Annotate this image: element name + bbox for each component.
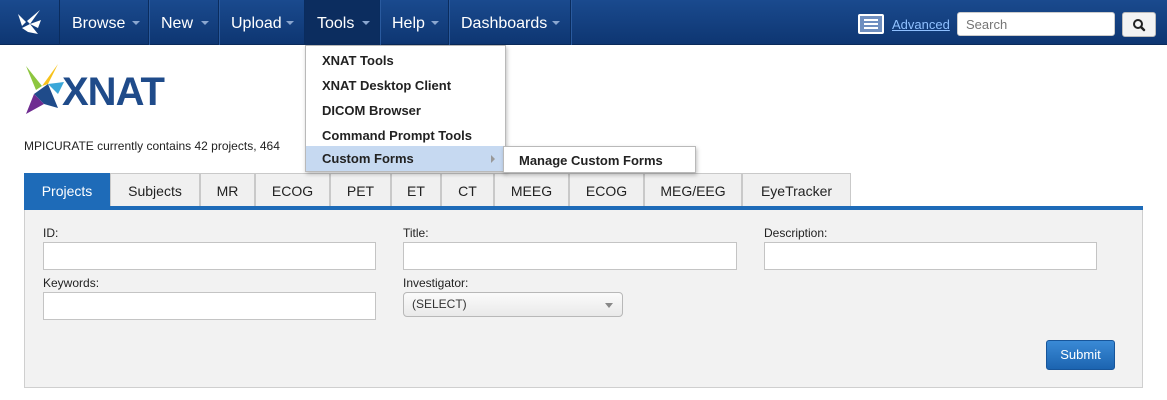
nav-upload[interactable]: Upload (219, 0, 305, 45)
nav-help[interactable]: Help (380, 0, 449, 45)
nav-help-label: Help (392, 15, 425, 32)
tools-dropdown-menu: XNAT Tools XNAT Desktop Client DICOM Bro… (305, 45, 506, 172)
keywords-label: Keywords: (43, 276, 100, 290)
custom-forms-submenu: Manage Custom Forms (503, 146, 696, 173)
submit-button[interactable]: Submit (1046, 340, 1115, 370)
tab-meeg[interactable]: MEEG (494, 173, 569, 208)
chevron-down-icon (362, 21, 370, 25)
menu-item-desktop-client[interactable]: XNAT Desktop Client (306, 73, 505, 98)
investigator-select[interactable]: (SELECT) (403, 292, 623, 317)
nav-new-label: New (161, 15, 194, 32)
advanced-search-link[interactable]: Advanced (892, 17, 950, 32)
search-input[interactable] (957, 12, 1115, 36)
chevron-down-icon (605, 303, 613, 308)
nav-browse[interactable]: Browse (60, 0, 149, 45)
menu-item-xnat-tools[interactable]: XNAT Tools (306, 48, 505, 73)
xnat-home-logo-icon[interactable] (0, 0, 60, 45)
investigator-select-value: (SELECT) (412, 297, 467, 311)
site-summary-text: MPICURATE currently contains 42 projects… (24, 139, 280, 153)
search-icon (1133, 19, 1146, 32)
menu-item-custom-forms[interactable]: Custom Forms (306, 146, 505, 171)
description-input[interactable] (764, 242, 1097, 270)
tab-et[interactable]: ET (391, 173, 441, 208)
nav-upload-label: Upload (231, 15, 282, 32)
menu-item-dicom-browser[interactable]: DICOM Browser (306, 98, 505, 123)
nav-new[interactable]: New (149, 0, 219, 45)
chevron-down-icon (431, 21, 439, 25)
tab-ecog[interactable]: ECOG (255, 173, 330, 208)
tab-projects[interactable]: Projects (24, 173, 110, 208)
chevron-down-icon (201, 21, 209, 25)
nav-tools[interactable]: Tools (305, 0, 380, 45)
tab-meg-eeg[interactable]: MEG/EEG (644, 173, 742, 208)
chevron-down-icon (552, 21, 560, 25)
id-input[interactable] (43, 242, 376, 270)
tab-eyetracker[interactable]: EyeTracker (742, 173, 851, 208)
advanced-search-icon[interactable] (858, 14, 884, 34)
id-label: ID: (43, 226, 59, 240)
chevron-down-icon (286, 21, 294, 25)
description-label: Description: (764, 226, 828, 240)
tab-mr[interactable]: MR (200, 173, 255, 208)
chevron-down-icon (132, 21, 140, 25)
tab-subjects[interactable]: Subjects (110, 173, 200, 208)
nav-browse-label: Browse (72, 15, 126, 32)
search-button[interactable] (1122, 12, 1156, 37)
xnat-logo: XNAT (24, 64, 165, 121)
nav-tools-label: Tools (317, 15, 355, 32)
investigator-label: Investigator: (403, 276, 469, 290)
top-navbar: Browse New Upload Tools Help Dashboards … (0, 0, 1167, 45)
chevron-right-icon (491, 155, 495, 163)
tab-ecog-2[interactable]: ECOG (569, 173, 644, 208)
nav-dashboards-label: Dashboards (461, 15, 548, 32)
nav-dashboards[interactable]: Dashboards (449, 0, 571, 45)
menu-item-custom-forms-label: Custom Forms (322, 151, 414, 166)
menu-item-command-prompt-tools[interactable]: Command Prompt Tools (306, 123, 505, 148)
xnat-logo-text: XNAT (62, 70, 165, 114)
tab-pet[interactable]: PET (330, 173, 391, 208)
keywords-input[interactable] (43, 292, 376, 320)
title-label: Title: (403, 226, 429, 240)
tab-ct[interactable]: CT (441, 173, 494, 208)
title-input[interactable] (403, 242, 737, 270)
menu-item-manage-custom-forms[interactable]: Manage Custom Forms (519, 153, 663, 168)
